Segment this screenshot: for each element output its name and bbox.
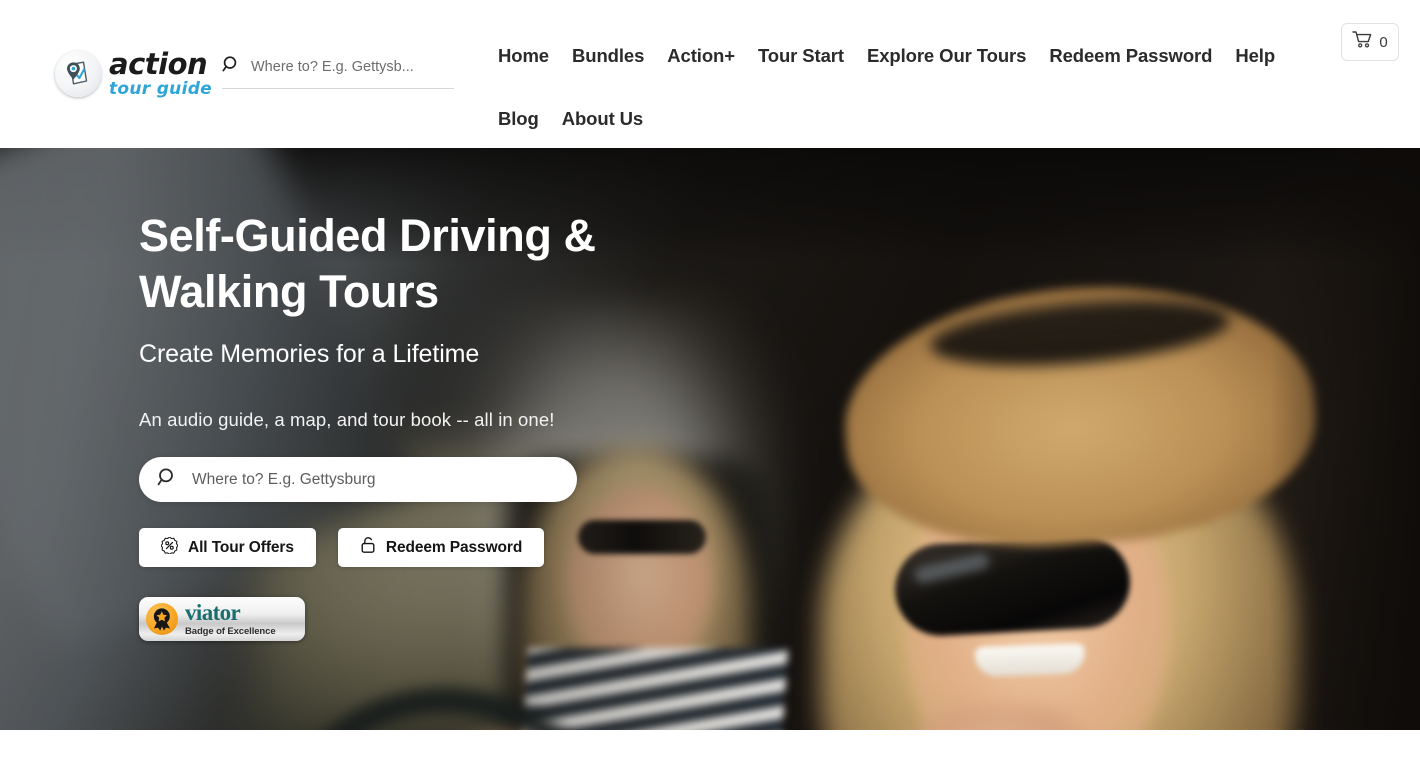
viator-badge-text: viator Badge of Excellence (185, 601, 276, 637)
redeem-password-button[interactable]: Redeem Password (337, 528, 545, 567)
logo-tagline: tour guide (109, 79, 213, 99)
logo-brand-name: action (109, 47, 208, 81)
redeem-password-label: Redeem Password (385, 538, 523, 556)
nav-action-plus[interactable]: Action+ (667, 24, 735, 87)
main-navigation: Home Bundles Action+ Tour Start Explore … (498, 24, 1328, 150)
viator-badge-caption: Badge of Excellence (185, 626, 276, 638)
header-search-input[interactable]: Where to? E.g. Gettysb... (222, 55, 454, 89)
nav-about-us[interactable]: About Us (562, 87, 644, 150)
lock-icon (360, 536, 376, 559)
viator-brand-name: viator (185, 600, 241, 626)
nav-bundles[interactable]: Bundles (572, 24, 644, 87)
map-pin-logo-icon (55, 51, 101, 97)
all-tour-offers-button[interactable]: All Tour Offers (139, 528, 316, 567)
percent-badge-icon (160, 535, 179, 559)
hero-search-input[interactable]: Where to? E.g. Gettysburg (139, 457, 577, 502)
nav-tour-start[interactable]: Tour Start (758, 24, 844, 87)
hero-cta-group: All Tour Offers Redeem Password (139, 528, 899, 567)
hero-description: An audio guide, a map, and tour book -- … (139, 409, 555, 430)
site-logo[interactable]: action tour guide (55, 50, 212, 98)
hero-title: Self-Guided Driving & Walking Tours (139, 210, 596, 317)
nav-redeem-password[interactable]: Redeem Password (1049, 24, 1212, 87)
cart-count: 0 (1379, 33, 1388, 51)
hero-section: Self-Guided Driving & Walking Tours Crea… (0, 148, 1420, 730)
hero-subtitle: Create Memories for a Lifetime (139, 340, 480, 368)
header-search-placeholder: Where to? E.g. Gettysb... (251, 59, 414, 75)
award-medal-icon (146, 603, 178, 635)
all-tour-offers-label: All Tour Offers (188, 538, 294, 556)
nav-home[interactable]: Home (498, 24, 549, 87)
hero-content: Self-Guided Driving & Walking Tours Crea… (139, 208, 899, 641)
logo-wordmark: action tour guide (109, 50, 212, 98)
nav-explore-our-tours[interactable]: Explore Our Tours (867, 24, 1026, 87)
search-icon (157, 467, 178, 493)
page-bottom-whitespace (0, 730, 1420, 780)
cart-button[interactable]: 0 (1341, 23, 1399, 61)
hero-search-placeholder: Where to? E.g. Gettysburg (192, 470, 376, 488)
viator-badge-of-excellence[interactable]: viator Badge of Excellence (139, 597, 305, 641)
shopping-cart-icon (1352, 30, 1373, 54)
search-icon (222, 55, 241, 79)
site-header: action tour guide Where to? E.g. Gettysb… (0, 0, 1420, 148)
nav-help[interactable]: Help (1235, 24, 1275, 87)
nav-blog[interactable]: Blog (498, 87, 539, 150)
